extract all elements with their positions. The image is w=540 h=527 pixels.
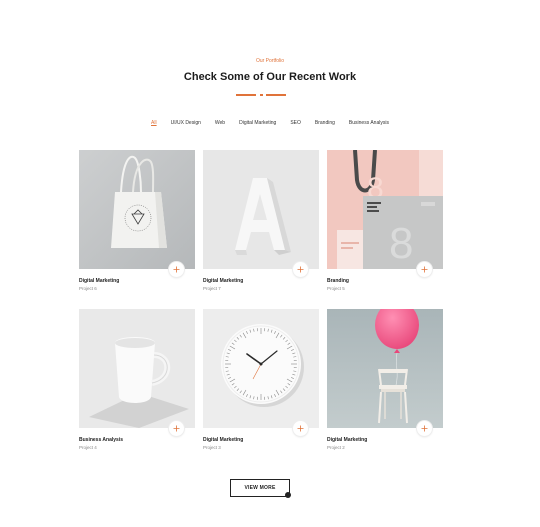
open-project-button[interactable] (169, 262, 184, 277)
view-more-label: VIEW MORE (244, 485, 276, 491)
portfolio-card: Digital Marketing Project 3 (203, 309, 319, 454)
plus-icon (421, 425, 428, 432)
open-project-button[interactable] (293, 262, 308, 277)
plus-icon (297, 266, 304, 273)
portfolio-card: Business Analysis Project 4 (79, 309, 195, 454)
filter-business-analysis[interactable]: Business Analysis (342, 120, 396, 126)
project-name: Project 4 (79, 445, 97, 450)
project-category: Digital Marketing (203, 278, 244, 284)
project-category: Branding (327, 278, 349, 284)
portfolio-title: Check Some of Our Recent Work (183, 71, 357, 83)
project-category: Digital Marketing (327, 437, 368, 443)
filter-web[interactable]: Web (208, 120, 232, 126)
open-project-button[interactable] (417, 262, 432, 277)
filter-seo[interactable]: SEO (283, 120, 308, 126)
project-image-balloon-chair[interactable] (327, 309, 443, 428)
project-category: Digital Marketing (79, 278, 120, 284)
portfolio-eyebrow: Our Portfolio (255, 58, 285, 64)
project-image-wall-clock[interactable] (203, 309, 319, 428)
project-name: Project 6 (79, 286, 97, 291)
project-category: Business Analysis (79, 437, 124, 443)
title-divider (236, 94, 288, 97)
portfolio-card: Digital Marketing Project 2 (327, 309, 443, 454)
project-image-white-mug[interactable] (79, 309, 195, 428)
filter-digital-marketing[interactable]: Digital Marketing (232, 120, 283, 126)
project-image-letter-a-sculpture[interactable] (203, 150, 319, 269)
project-category: Digital Marketing (203, 437, 244, 443)
svg-text:8: 8 (389, 219, 413, 268)
project-name: Project 2 (327, 445, 345, 450)
plus-icon (297, 425, 304, 432)
open-project-button[interactable] (293, 421, 308, 436)
project-image-pink-stationery[interactable]: 8 8 (327, 150, 443, 269)
plus-icon (421, 266, 428, 273)
project-name: Project 5 (327, 286, 345, 291)
project-name: Project 7 (203, 286, 221, 291)
filter-ui-ux-design[interactable]: UI/UX Design (164, 120, 208, 126)
plus-icon (173, 425, 180, 432)
portfolio-card: 8 8 Branding Project 5 (327, 150, 443, 295)
filter-all[interactable]: All (144, 120, 164, 126)
portfolio-filters: All UI/UX Design Web Digital Marketing S… (0, 120, 540, 126)
open-project-button[interactable] (169, 421, 184, 436)
open-project-button[interactable] (417, 421, 432, 436)
project-name: Project 3 (203, 445, 221, 450)
filter-branding[interactable]: Branding (308, 120, 342, 126)
corner-dot (285, 492, 291, 498)
view-more-button[interactable]: VIEW MORE (230, 479, 291, 498)
portfolio-card: Digital Marketing Project 7 (203, 150, 319, 295)
project-image-tote-bag[interactable] (79, 150, 195, 269)
plus-icon (173, 266, 180, 273)
portfolio-card: Digital Marketing Project 6 (79, 150, 195, 295)
